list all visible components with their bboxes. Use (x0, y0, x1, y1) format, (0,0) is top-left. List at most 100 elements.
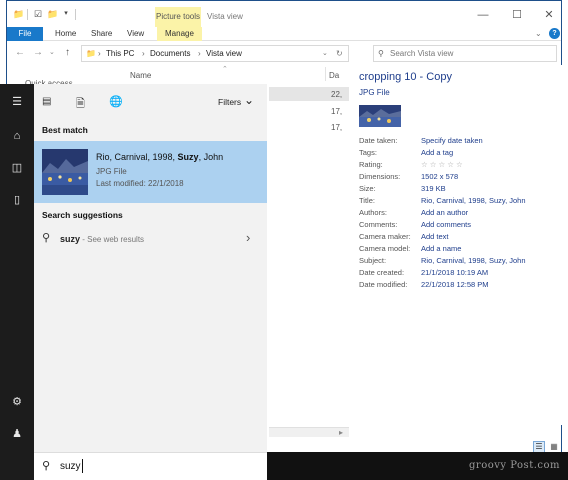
back-icon[interactable]: ← (15, 47, 25, 59)
title-bar: 📁 ☑ 📁 ▾ Picture tools Vista view — ☐ ✕ (7, 1, 561, 27)
property-value[interactable]: ☆ ☆ ☆ ☆ ☆ (421, 159, 465, 170)
property-value[interactable]: 319 KB (421, 183, 446, 194)
suggestion-hint: - See web results (80, 235, 145, 244)
best-match-title: Rio, Carnival, 1998, Suzy, John (96, 152, 223, 162)
result-thumbnail (42, 149, 88, 195)
best-match-type: JPG File (96, 167, 127, 176)
property-value[interactable]: 1502 x 578 (421, 171, 458, 182)
title-part: , John (198, 152, 224, 162)
property-value[interactable]: Rio, Carnival, 1998, Suzy, John (421, 255, 526, 266)
star-icon[interactable]: ☆ (438, 159, 445, 170)
refresh-icon[interactable]: ↻ (336, 49, 343, 58)
folder-search-box[interactable]: ⚲ Search Vista view (373, 45, 557, 62)
documents-filter-icon[interactable]: 🗎 (76, 95, 85, 114)
property-label: Rating: (359, 160, 383, 169)
tab-manage[interactable]: Manage (157, 27, 202, 41)
search-icon: ⚲ (42, 232, 51, 244)
filters-button[interactable]: Filters (218, 97, 241, 107)
property-label: Camera model: (359, 244, 411, 253)
phone-icon[interactable]: ▯ (8, 192, 26, 208)
property-label: Subject: (359, 256, 387, 265)
star-icon[interactable]: ☆ (456, 159, 463, 170)
star-icon[interactable]: ☆ (430, 159, 437, 170)
column-name[interactable]: Name (130, 71, 151, 80)
property-value[interactable]: Add a name (421, 243, 461, 254)
close-icon[interactable]: ✕ (543, 9, 555, 21)
breadcrumb-vista-view[interactable]: Vista view (206, 49, 242, 58)
property-value[interactable]: Add text (421, 231, 449, 242)
star-icon[interactable]: ☆ (447, 159, 454, 170)
property-value[interactable]: Rio, Carnival, 1998, Suzy, John (421, 195, 526, 206)
address-dropdown-icon[interactable]: ⌄ (322, 49, 328, 57)
home-icon[interactable]: ⌂ (8, 128, 26, 144)
property-value[interactable]: Add comments (421, 219, 471, 230)
folder-search-placeholder: Search Vista view (390, 49, 454, 58)
forward-icon[interactable]: → (33, 47, 43, 59)
web-suggestion-item[interactable]: ⚲ suzy - See web results › (34, 228, 267, 248)
hamburger-menu-icon[interactable]: ☰ (8, 94, 26, 110)
expand-ribbon-icon[interactable]: ⌄ (535, 27, 542, 41)
property-label: Comments: (359, 220, 398, 229)
horizontal-scrollbar[interactable]: ▸ (269, 427, 349, 437)
best-match-result[interactable]: Rio, Carnival, 1998, Suzy, John JPG File… (34, 141, 267, 203)
properties-icon[interactable]: ☑ (33, 9, 43, 19)
column-date[interactable]: Da (329, 71, 339, 80)
search-query-input[interactable]: suzy (60, 461, 81, 472)
file-date: 22, (331, 90, 343, 99)
taskbar-search-box[interactable]: ⚲ suzy (34, 452, 267, 480)
web-filter-icon[interactable]: 🌐 (109, 95, 123, 108)
preview-file-type: JPG File (359, 88, 390, 97)
new-folder-icon[interactable]: 📁 (47, 9, 58, 19)
scroll-right-icon[interactable]: ▸ (339, 428, 343, 437)
property-label: Date taken: (359, 136, 398, 145)
divider (27, 9, 28, 20)
property-label: Size: (359, 184, 376, 193)
best-match-modified: Last modified: 22/1/2018 (96, 179, 184, 188)
preview-thumbnail (359, 105, 401, 127)
chevron-right-icon: › (198, 49, 201, 58)
property-value[interactable]: 21/1/2018 10:19 AM (421, 267, 488, 278)
property-value[interactable]: Add a tag (421, 147, 453, 158)
preview-title: cropping 10 - Copy (359, 71, 452, 83)
property-value[interactable]: Specify date taken (421, 135, 483, 146)
search-icon: ⚲ (42, 460, 51, 472)
breadcrumb-this-pc[interactable]: This PC (106, 49, 134, 58)
watermark: groovy Post.com (469, 460, 560, 471)
window-title: Vista view (207, 12, 243, 21)
tab-file[interactable]: File (7, 27, 43, 41)
star-icon[interactable]: ☆ (421, 159, 428, 170)
chevron-right-icon: › (142, 49, 145, 58)
property-value[interactable]: 22/1/2018 12:58 PM (421, 279, 489, 290)
divider (75, 9, 76, 20)
tab-view[interactable]: View (127, 27, 144, 41)
address-bar[interactable]: 📁 › This PC › Documents › Vista view ⌄ ↻ (81, 45, 349, 62)
file-date: 17, (331, 107, 343, 116)
chevron-right-icon: › (98, 49, 101, 58)
chevron-down-icon[interactable]: ⌄ (244, 93, 254, 107)
folder-icon: 📁 (13, 9, 25, 19)
recent-locations-icon[interactable]: ⌄ (49, 47, 55, 59)
maximize-icon[interactable]: ☐ (511, 9, 523, 21)
notebook-icon[interactable]: ◫ (8, 160, 26, 176)
title-part: Rio, Carnival, 1998, (96, 152, 178, 162)
customize-quick-access-icon[interactable]: ▾ (61, 9, 71, 19)
folder-icon: 📁 (86, 49, 96, 58)
divider (325, 67, 326, 81)
minimize-icon[interactable]: — (477, 9, 489, 21)
suggestion-text: suzy - See web results (60, 234, 144, 244)
taskbar-strip: groovy Post.com (267, 452, 568, 480)
tab-share[interactable]: Share (91, 27, 112, 41)
feedback-icon[interactable]: ♟ (8, 426, 26, 442)
ribbon-tabs: File Home Share View Manage ⌄ ? (7, 27, 561, 41)
start-menu-rail: ☰ ⌂ ◫ ▯ ⚙ ♟ (0, 84, 34, 480)
settings-gear-icon[interactable]: ⚙ (8, 394, 26, 410)
text-cursor (82, 459, 83, 473)
apps-filter-icon[interactable]: ▤ (42, 96, 51, 107)
tab-home[interactable]: Home (55, 27, 76, 41)
help-icon[interactable]: ? (549, 28, 560, 39)
up-icon[interactable]: ↑ (65, 47, 70, 59)
breadcrumb-documents[interactable]: Documents (150, 49, 190, 58)
property-value[interactable]: Add an author (421, 207, 468, 218)
suggestion-query: suzy (60, 234, 81, 244)
property-label: Camera maker: (359, 232, 411, 241)
